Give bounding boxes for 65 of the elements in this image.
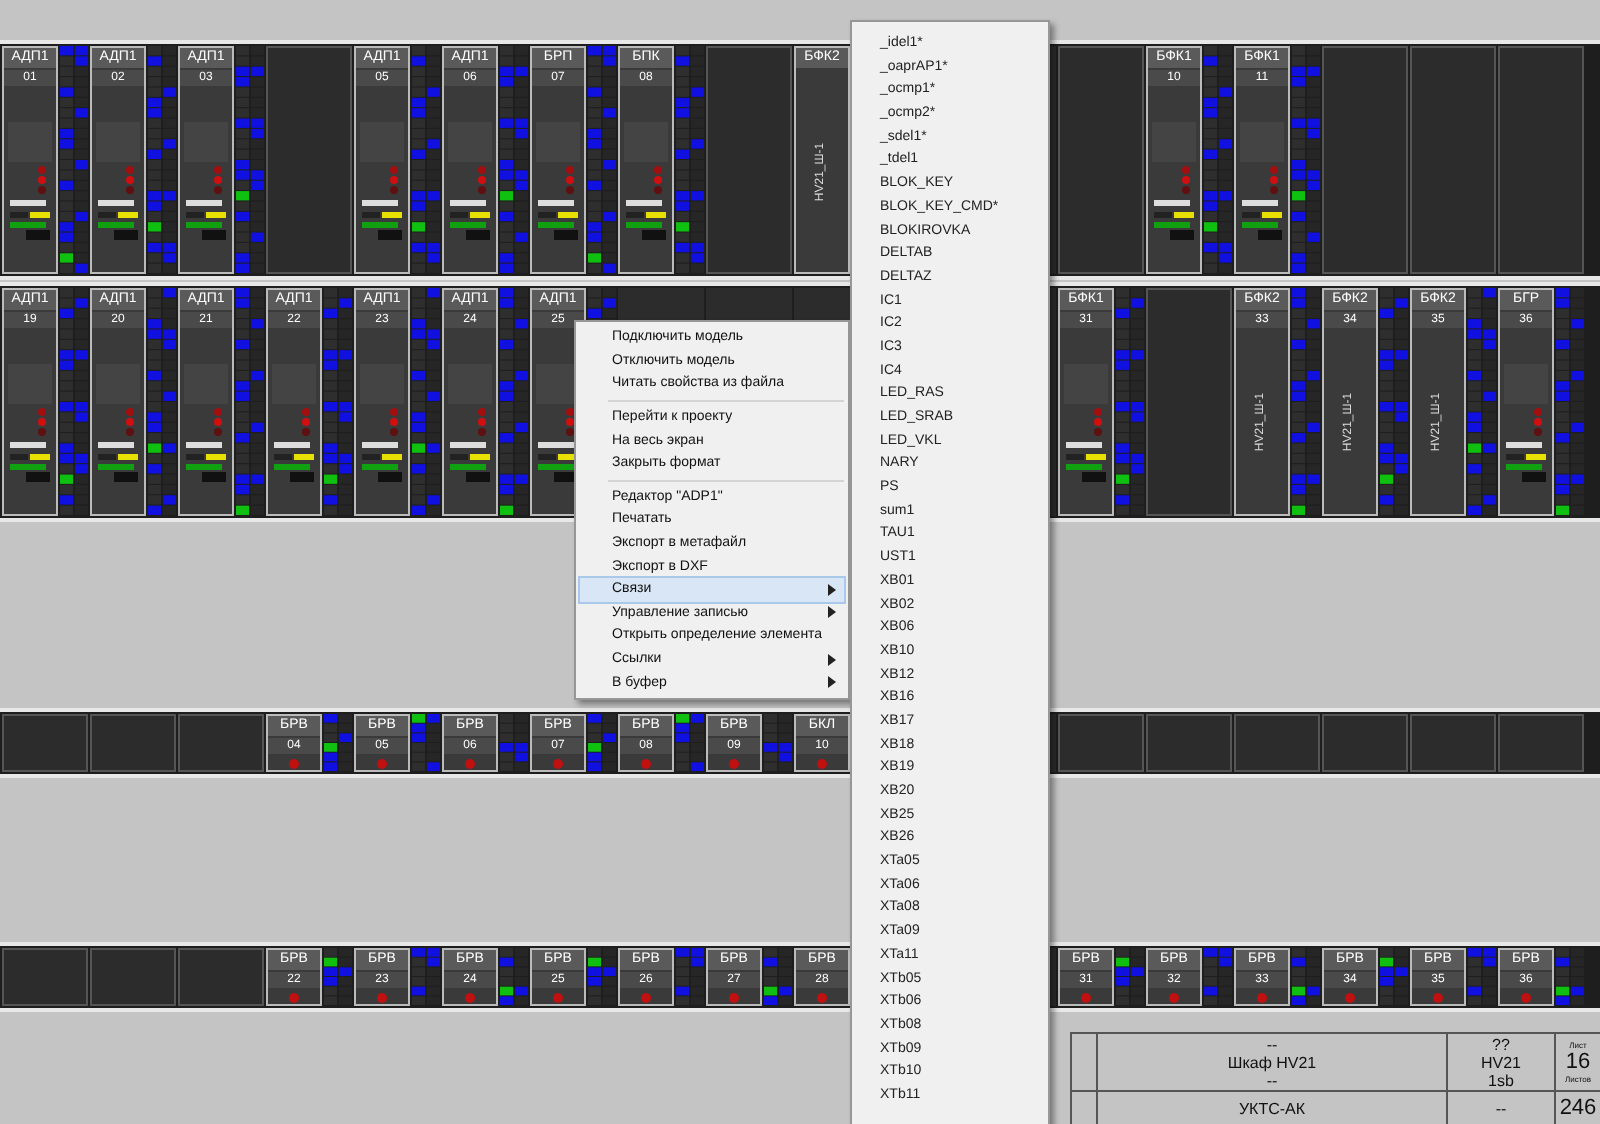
lamp-icon [1076,991,1096,1003]
signal-strip-drawing [412,714,440,772]
lamp-icon [284,757,304,769]
lamp-icon [1428,991,1448,1003]
lamp-icon [636,991,656,1003]
lamp-icon [1164,991,1184,1003]
module-panel-drawing [270,362,318,482]
title-text: Шкаф HV21 [1227,1053,1317,1071]
signal-strip-drawing [500,714,528,772]
signal-strip-drawing [676,948,704,1006]
lamp-icon [812,757,832,769]
signal-strip-drawing [1116,948,1144,1006]
title-text: -- [1266,1035,1278,1053]
lamp-icon [636,757,656,769]
module-panel-drawing [94,362,142,482]
code-text: HV21 [1480,1053,1521,1071]
signal-strip-drawing [324,714,352,772]
signal-strip-drawing [1556,948,1584,1006]
signal-strip-drawing [764,948,792,1006]
module-panel-drawing [182,120,230,240]
lamp-icon [284,991,304,1003]
signal-strip-drawing [412,948,440,1006]
signal-strip-drawing [324,948,352,1006]
signal-strip-drawing [676,714,704,772]
lamp-icon [548,757,568,769]
lamp-icon [812,991,832,1003]
module-panel-drawing [358,120,406,240]
module-panel-drawing [1062,362,1110,482]
lamp-icon [724,991,744,1003]
lamp-icon [460,757,480,769]
lamp-icon [372,757,392,769]
signal-strip-drawing [588,714,616,772]
module-panel-drawing [1150,120,1198,240]
module-panel-drawing [1238,120,1286,240]
lamp-icon [1252,991,1272,1003]
lamp-icon [1340,991,1360,1003]
signal-strip-drawing [500,948,528,1006]
signal-strip-drawing [1380,948,1408,1006]
module-panel-drawing [358,362,406,482]
signal-strip-drawing [1204,948,1232,1006]
lamp-icon [372,991,392,1003]
code-text: 1sb [1488,1071,1514,1089]
module-panel-drawing [1502,362,1550,482]
lamp-icon [724,757,744,769]
module-panel-drawing [182,362,230,482]
sheet-number: 16 [1565,1050,1591,1074]
module-panel-drawing [534,120,582,240]
title-text: -- [1266,1071,1278,1089]
code-text: -- [1495,1099,1507,1117]
signal-strip-drawing [588,948,616,1006]
module-panel-drawing [6,120,54,240]
code-text: ?? [1492,1035,1510,1053]
module-panel-drawing [446,120,494,240]
signal-strip-drawing [1468,948,1496,1006]
project-name: УКТС-АК [1238,1099,1306,1117]
signal-strip-drawing [764,714,792,772]
module-panel-drawing [622,120,670,240]
module-panel-drawing [94,120,142,240]
signal-strip-drawing [1292,948,1320,1006]
module-panel-drawing [6,362,54,482]
sheets-count: 246 [1559,1096,1597,1120]
module-panel-drawing [446,362,494,482]
lamp-icon [1516,991,1536,1003]
lamp-icon [548,991,568,1003]
lamp-icon [460,991,480,1003]
